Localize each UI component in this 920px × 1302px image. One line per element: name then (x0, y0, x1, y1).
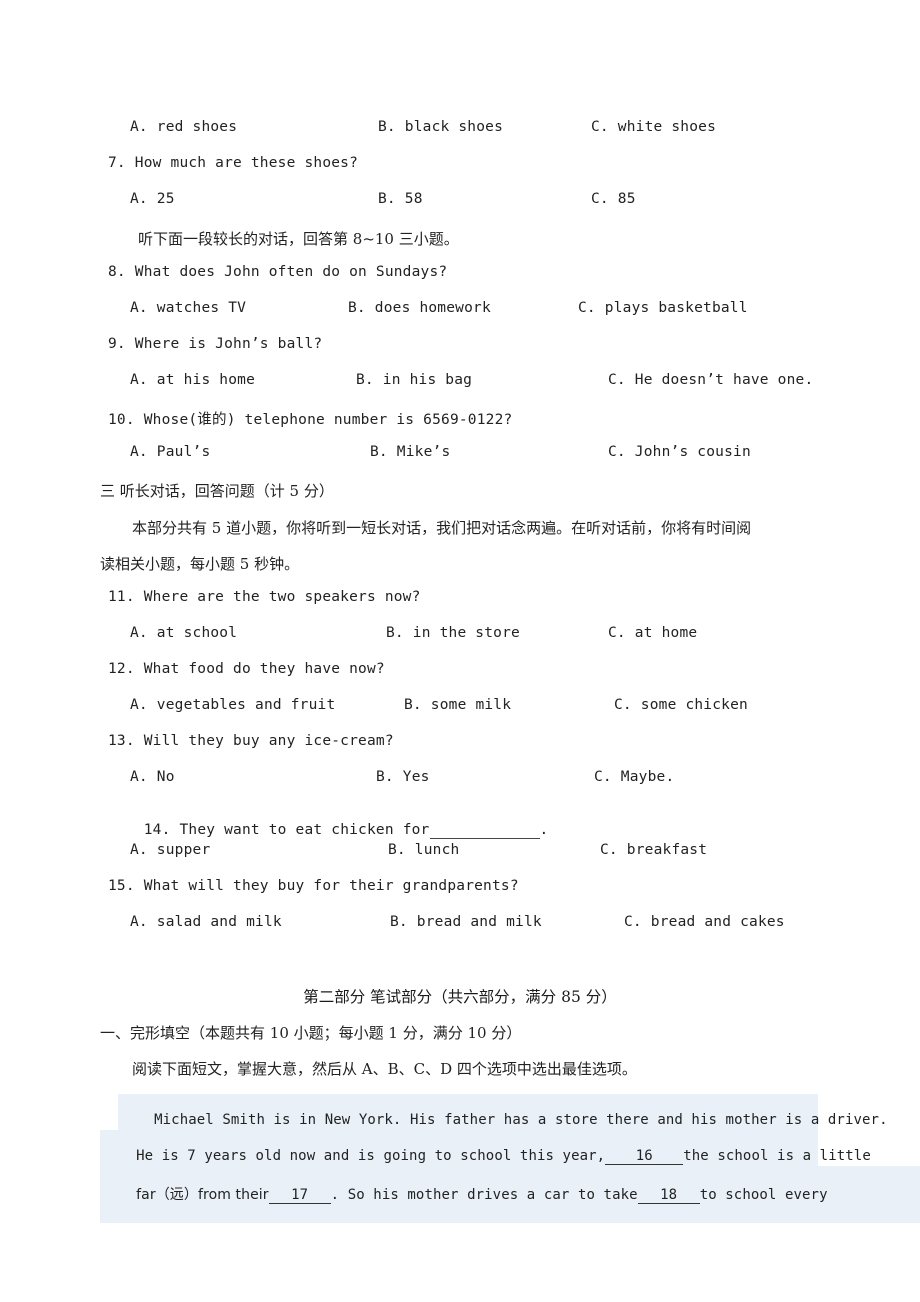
option-c: C. Maybe. (594, 769, 675, 785)
option-a: A. at his home (130, 372, 256, 388)
option-a: A. salad and milk (130, 914, 282, 930)
cloze-blank-17[interactable]: 17 (268, 1187, 331, 1204)
option-c: C. John’s cousin (608, 444, 751, 460)
question-14-stem-after: . (539, 822, 549, 838)
section-three-instruction-line-1: 本部分共有 5 道小题，你将听到一短长对话，我们把对话念两遍。在听对话前，你将有… (132, 519, 752, 537)
option-a: A. Paul’s (130, 444, 211, 460)
option-a: A. at school (130, 625, 238, 641)
option-b: B. black shoes (378, 119, 504, 135)
option-c: C. 85 (591, 191, 636, 207)
cloze-blank-16[interactable]: 16 (605, 1148, 684, 1165)
cloze-line-1-text: Michael Smith is in New York. His father… (154, 1112, 888, 1128)
question-14-stem-before: 14. They want to eat chicken for (143, 822, 430, 838)
option-a: A. 25 (130, 191, 175, 207)
cloze-line-3-text-before: far（远）from their (136, 1187, 269, 1203)
option-b: B. in his bag (356, 372, 473, 388)
option-b: B. 58 (378, 191, 423, 207)
question-12-stem: 12. What food do they have now? (108, 661, 385, 677)
answer-blank[interactable] (429, 822, 540, 839)
cloze-blank-18[interactable]: 18 (637, 1187, 700, 1204)
option-c: C. breakfast (600, 842, 708, 858)
option-c: C. He doesn’t have one. (608, 372, 814, 388)
option-a: A. red shoes (130, 119, 238, 135)
cloze-line-3-text-mid: . So his mother drives a car to take (330, 1187, 638, 1203)
option-c: C. white shoes (591, 119, 717, 135)
option-b: B. some milk (404, 697, 512, 713)
long-dialog-note: 听下面一段较长的对话，回答第 8~10 三小题。 (138, 230, 459, 248)
cloze-passage-line-3: far（远）from their 17. So his mother drives… (100, 1166, 920, 1223)
exam-page: A. red shoes B. black shoes C. white sho… (0, 0, 920, 1302)
option-a: A. vegetables and fruit (130, 697, 336, 713)
cloze-section-instruction: 阅读下面短文，掌握大意，然后从 A、B、C、D 四个选项中选出最佳选项。 (132, 1060, 637, 1078)
question-7-stem: 7. How much are these shoes? (108, 155, 359, 171)
option-c: C. at home (608, 625, 698, 641)
cloze-line-2-text-before: He is 7 years old now and is going to sc… (136, 1148, 606, 1164)
question-13-stem: 13. Will they buy any ice-cream? (108, 733, 394, 749)
option-c: C. plays basketball (578, 300, 748, 316)
cloze-line-2-text-after: the school is a little (683, 1148, 871, 1164)
section-three-instruction-line-2: 读相关小题，每小题 5 秒钟。 (100, 555, 300, 573)
cloze-section-heading: 一、完形填空（本题共有 10 小题；每小题 1 分，满分 10 分） (100, 1024, 522, 1042)
question-11-stem: 11. Where are the two speakers now? (108, 589, 421, 605)
option-b: B. does homework (348, 300, 491, 316)
option-a: A. supper (130, 842, 211, 858)
question-15-stem: 15. What will they buy for their grandpa… (108, 878, 519, 894)
part-two-title: 第二部分 笔试部分（共六部分，满分 85 分） (303, 988, 617, 1006)
option-c: C. bread and cakes (624, 914, 785, 930)
section-three-heading: 三 听长对话，回答问题（计 5 分） (100, 482, 334, 500)
option-c: C. some chicken (614, 697, 748, 713)
option-b: B. bread and milk (390, 914, 542, 930)
question-9-stem: 9. Where is John’s ball? (108, 336, 323, 352)
option-b: B. in the store (386, 625, 520, 641)
option-b: B. Mike’s (370, 444, 451, 460)
question-8-stem: 8. What does John often do on Sundays? (108, 264, 448, 280)
question-10-stem: 10. Whose(谁的) telephone number is 6569-0… (108, 412, 513, 428)
option-a: A. No (130, 769, 175, 785)
option-a: A. watches TV (130, 300, 247, 316)
option-b: B. Yes (376, 769, 430, 785)
cloze-line-3-text-after: to school every (699, 1187, 828, 1203)
option-b: B. lunch (388, 842, 460, 858)
